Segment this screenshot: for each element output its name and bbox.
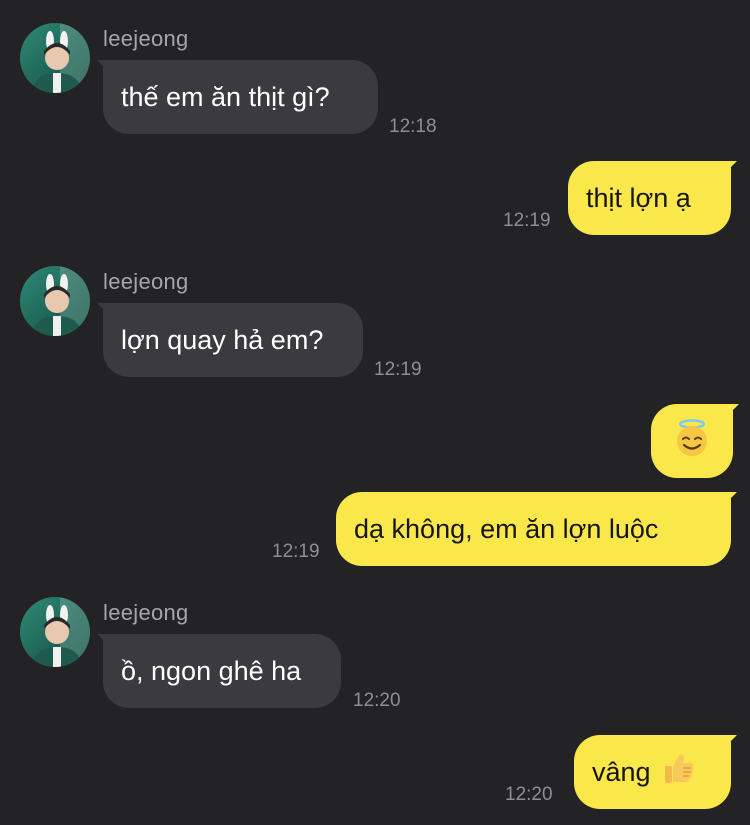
smiling-face-with-halo-icon	[672, 418, 712, 465]
message-text: ồ, ngon ghê ha	[121, 655, 302, 686]
avatar[interactable]	[20, 23, 90, 93]
sender-name: leejeong	[103, 269, 189, 294]
message-bubble-outgoing[interactable]	[651, 404, 733, 478]
message-time: 12:19	[272, 541, 320, 562]
message-time: 12:20	[505, 784, 553, 805]
thumbs-up-icon	[661, 751, 697, 794]
message-text: lợn quay hả em?	[121, 324, 324, 355]
message-text: dạ không, em ăn lợn luộc	[354, 513, 659, 544]
message-time: 12:19	[503, 210, 551, 231]
message-text: vâng	[592, 756, 651, 787]
message-bubble-outgoing[interactable]: vâng	[574, 735, 731, 809]
message-text: thế em ăn thịt gì?	[121, 81, 330, 112]
avatar[interactable]	[20, 597, 90, 667]
message-text: thịt lợn ạ	[586, 182, 691, 213]
sender-name: leejeong	[103, 26, 189, 51]
chat-thread: leejeong thế em ăn thịt gì? 12:18 12:19 …	[0, 0, 750, 825]
avatar-photo	[32, 597, 90, 667]
message-time: 12:20	[353, 690, 401, 711]
message-time: 12:18	[389, 116, 437, 137]
message-bubble-outgoing[interactable]: dạ không, em ăn lợn luộc	[336, 492, 731, 566]
message-time: 12:19	[374, 359, 422, 380]
message-bubble-outgoing[interactable]: thịt lợn ạ	[568, 161, 731, 235]
message-bubble-incoming[interactable]: lợn quay hả em?	[103, 303, 363, 377]
avatar[interactable]	[20, 266, 90, 336]
avatar-photo	[32, 23, 90, 93]
sender-name: leejeong	[103, 600, 189, 625]
message-bubble-incoming[interactable]: ồ, ngon ghê ha	[103, 634, 341, 708]
message-bubble-incoming[interactable]: thế em ăn thịt gì?	[103, 60, 378, 134]
avatar-photo	[32, 266, 90, 336]
